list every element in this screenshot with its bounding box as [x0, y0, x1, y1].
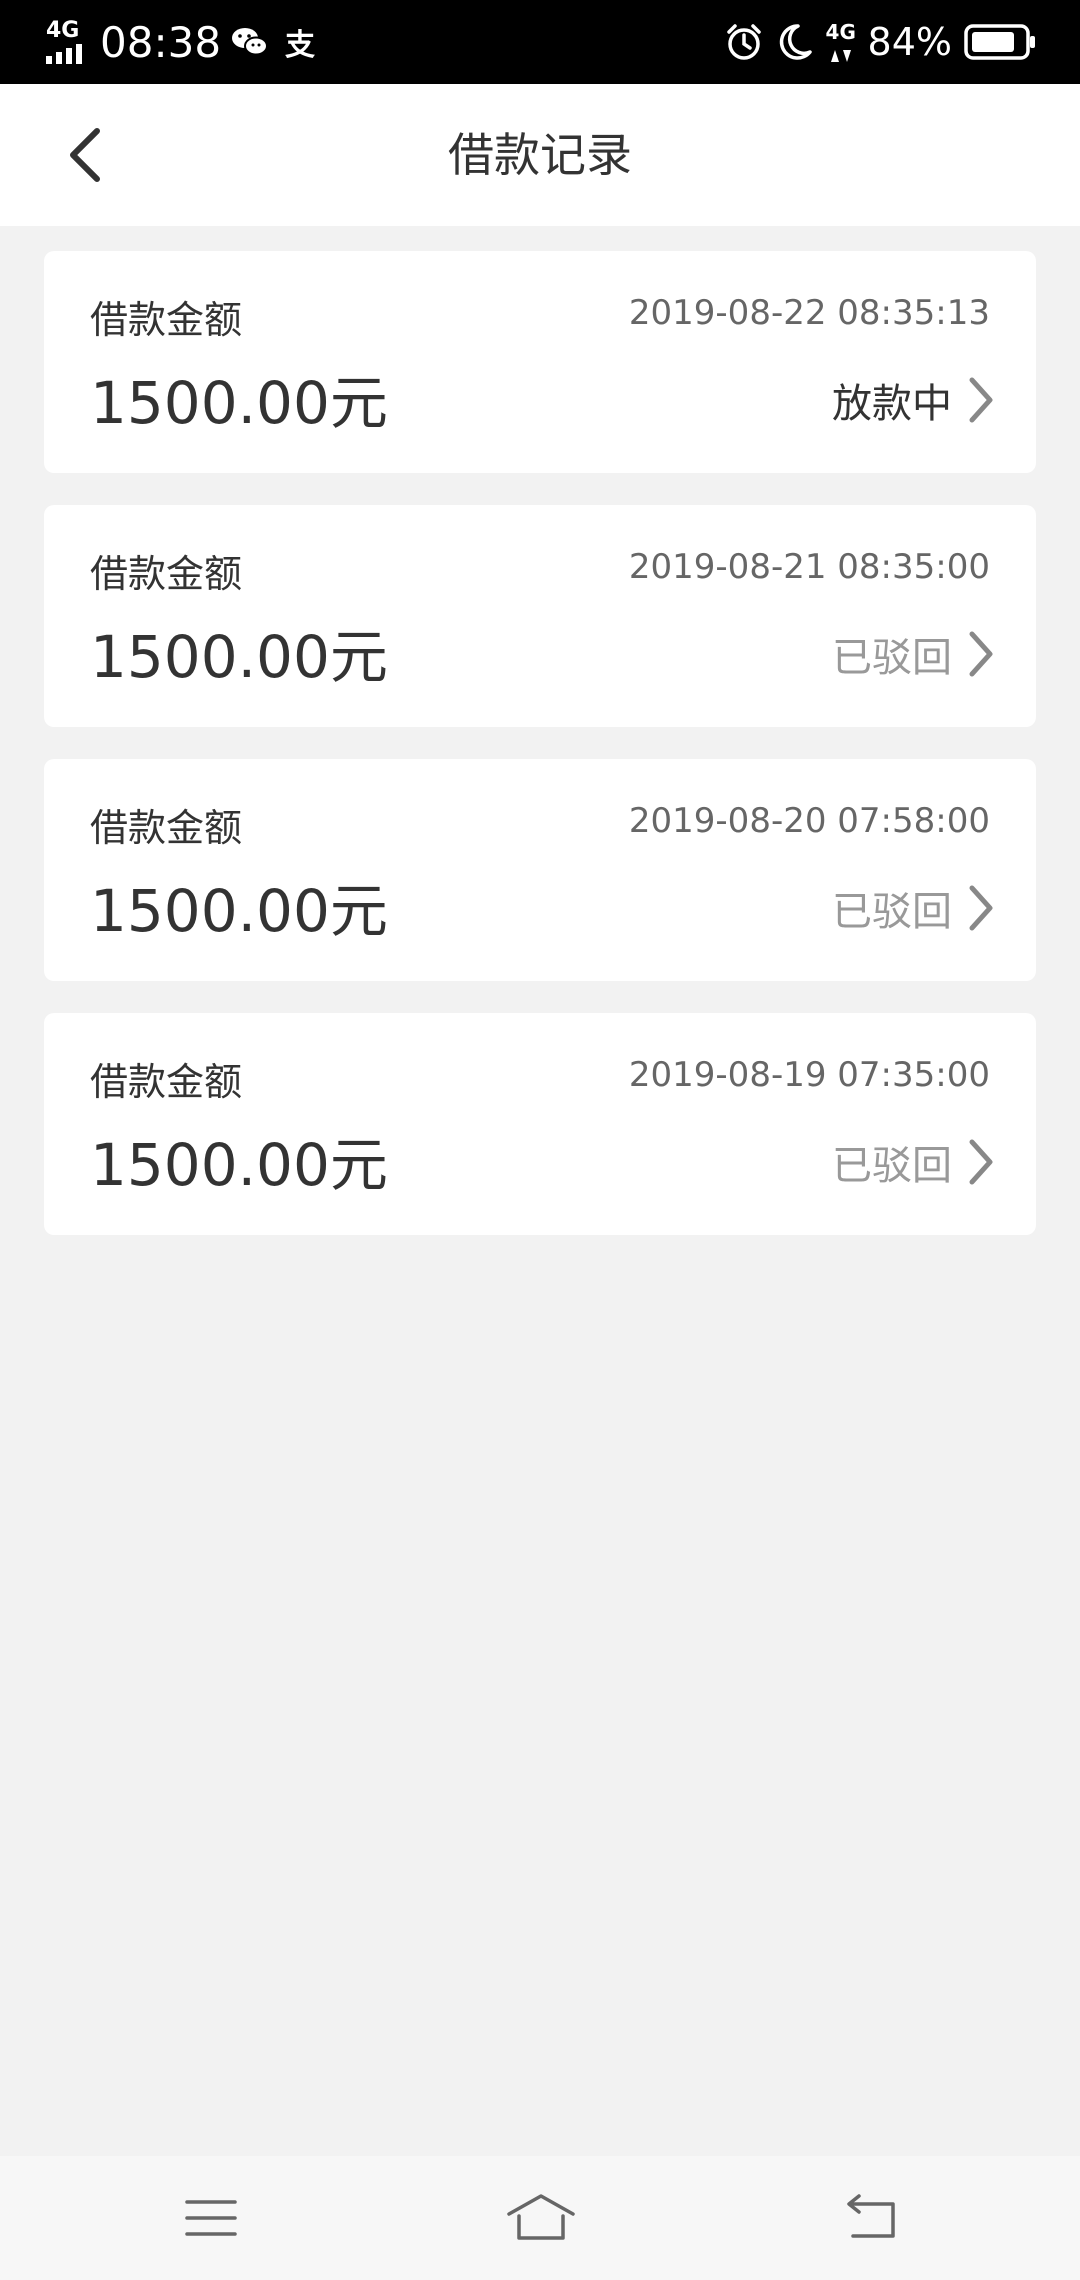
loan-status-link[interactable]: 已驳回 — [832, 1133, 996, 1191]
chevron-right-icon — [966, 1137, 996, 1187]
battery-icon — [964, 24, 1035, 60]
loan-status: 已驳回 — [832, 635, 952, 681]
network-type-right-label: 4G — [825, 20, 856, 44]
status-bar: 4G 08:38 支 4G 84% — [0, 0, 1080, 84]
home-icon — [507, 2194, 575, 2240]
loan-amount-label: 借款金额 — [90, 806, 243, 850]
loan-status: 已驳回 — [832, 1143, 952, 1189]
loan-status: 放款中 — [832, 381, 952, 427]
signal-icon: 4G — [44, 20, 90, 64]
network-type-label: 4G — [46, 18, 80, 43]
chevron-right-icon — [966, 375, 996, 425]
loan-amount-value: 1500.00元 — [90, 877, 388, 945]
chevron-right-icon — [966, 883, 996, 933]
alipay-icon: 支 — [285, 28, 316, 63]
loan-amount-value: 1500.00元 — [90, 623, 388, 691]
loan-record-card[interactable]: 借款金额 1500.00元 2019-08-19 07:35:00 已驳回 — [44, 1013, 1036, 1235]
menu-icon — [185, 2200, 237, 2236]
loan-record-list: 借款金额 1500.00元 2019-08-22 08:35:13 放款中 借款… — [44, 251, 1036, 1267]
back-icon — [847, 2194, 895, 2238]
app-header: 借款记录 — [0, 84, 1080, 226]
alarm-icon — [726, 24, 761, 60]
loan-status: 已驳回 — [832, 889, 952, 935]
status-bar-left: 4G 08:38 支 — [44, 0, 315, 84]
data-arrows-icon — [830, 50, 851, 62]
loan-record-card[interactable]: 借款金额 1500.00元 2019-08-20 07:58:00 已驳回 — [44, 759, 1036, 981]
loan-status-link[interactable]: 放款中 — [832, 371, 996, 429]
home-button[interactable] — [505, 2186, 577, 2250]
signal-bars-icon — [46, 44, 82, 64]
chevron-right-icon — [966, 629, 996, 679]
loan-status-link[interactable]: 已驳回 — [832, 879, 996, 937]
status-bar-right: 4G 84% — [724, 0, 1036, 84]
system-nav-bar — [0, 2156, 1080, 2280]
menu-button[interactable] — [176, 2186, 246, 2250]
loan-record-date: 2019-08-21 08:35:00 — [628, 547, 990, 587]
battery-percent: 84% — [867, 20, 952, 64]
loan-amount-label: 借款金额 — [90, 552, 243, 596]
loan-status-link[interactable]: 已驳回 — [832, 625, 996, 683]
loan-record-date: 2019-08-19 07:35:00 — [628, 1055, 990, 1095]
loan-record-card[interactable]: 借款金额 1500.00元 2019-08-21 08:35:00 已驳回 — [44, 505, 1036, 727]
status-time: 08:38 — [100, 17, 222, 67]
loan-record-card[interactable]: 借款金额 1500.00元 2019-08-22 08:35:13 放款中 — [44, 251, 1036, 473]
screen: 4G 08:38 支 4G 84% 借款记录 借款金额 1500.00元 201… — [0, 0, 1080, 2280]
do-not-disturb-moon-icon — [779, 24, 812, 60]
loan-amount-label: 借款金额 — [90, 1060, 243, 1104]
loan-record-date: 2019-08-22 08:35:13 — [628, 293, 990, 333]
loan-record-date: 2019-08-20 07:58:00 — [628, 801, 990, 841]
loan-amount-value: 1500.00元 — [90, 369, 388, 437]
page-title: 借款记录 — [448, 128, 632, 182]
loan-amount-label: 借款金额 — [90, 298, 243, 342]
back-nav-button[interactable] — [836, 2186, 906, 2250]
mobile-data-icon: 4G — [826, 20, 856, 64]
loan-amount-value: 1500.00元 — [90, 1131, 388, 1199]
wechat-icon — [232, 28, 269, 56]
